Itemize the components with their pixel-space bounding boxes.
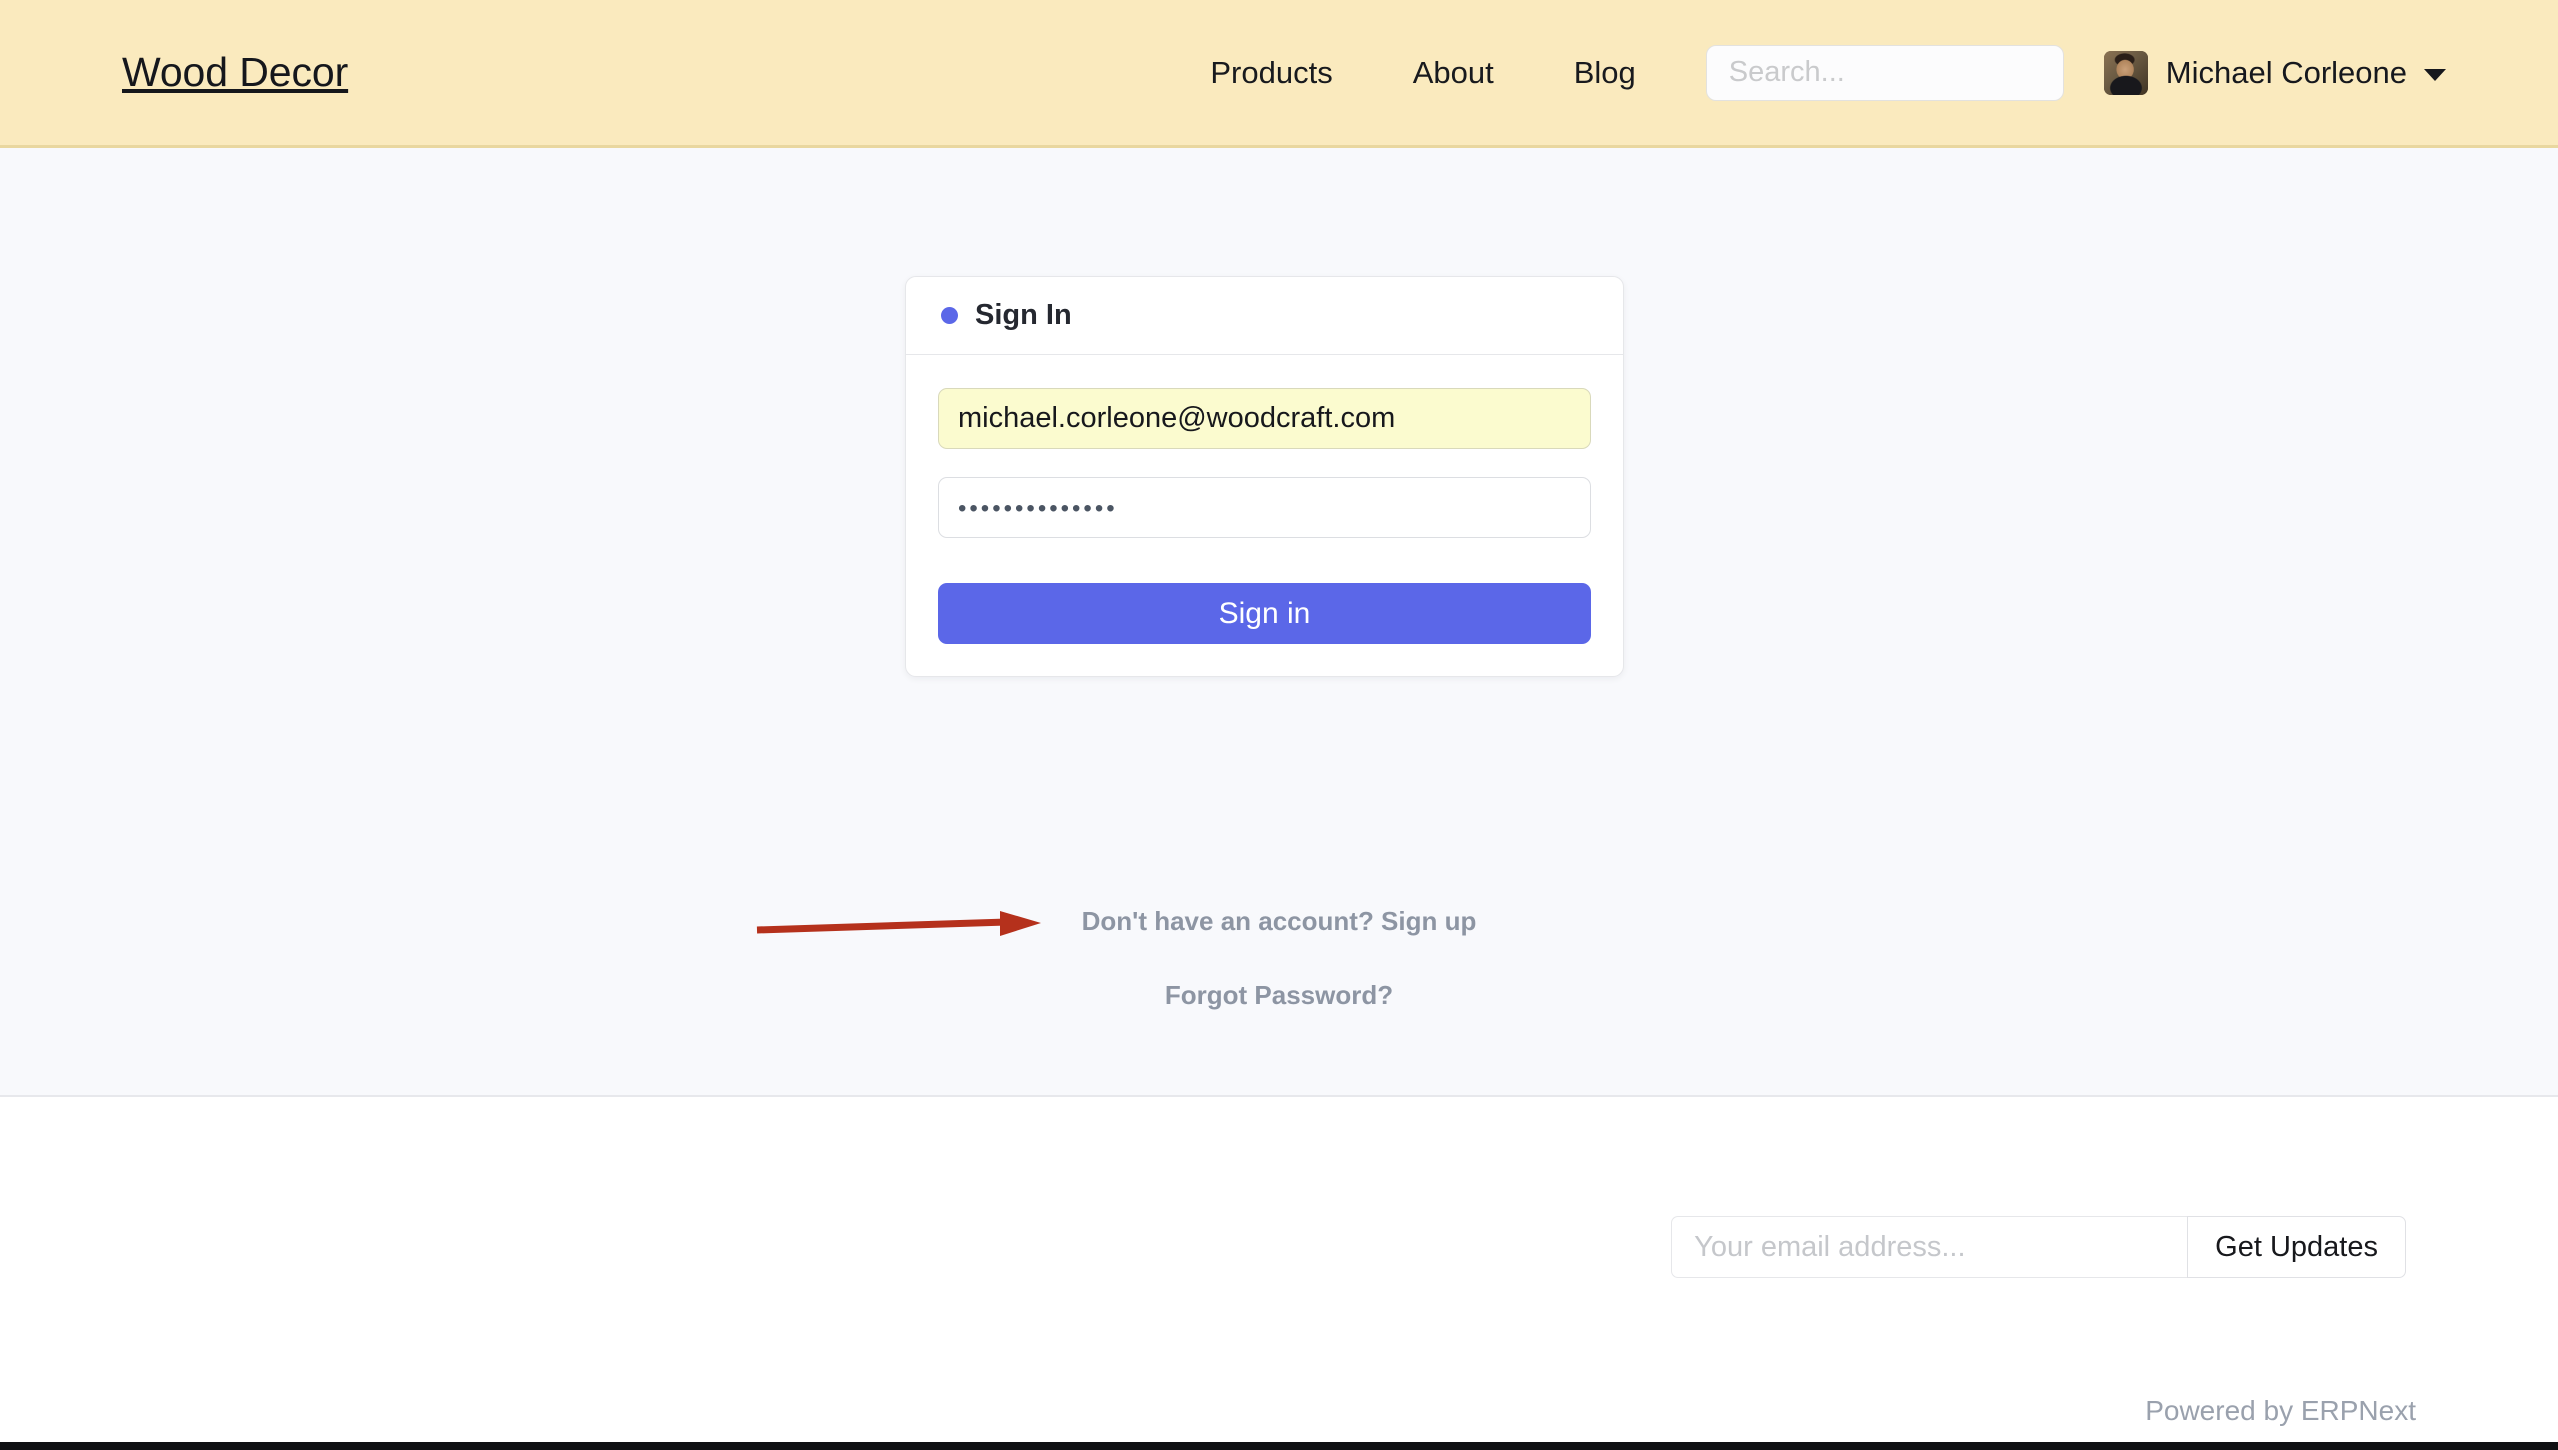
get-updates-button[interactable]: Get Updates	[2187, 1216, 2406, 1278]
forgot-password-link[interactable]: Forgot Password?	[0, 980, 2558, 1011]
site-header: Wood Decor Products About Blog Michael C…	[0, 0, 2558, 148]
status-dot-icon	[941, 307, 958, 324]
site-footer: Get Updates Powered by ERPNext	[0, 1095, 2558, 1450]
powered-by-label: Powered by ERPNext	[2145, 1395, 2416, 1427]
search-input[interactable]	[1706, 45, 2064, 101]
login-card: Sign In •••••••••••••• Sign in	[905, 276, 1624, 677]
user-photo-avatar	[2104, 51, 2148, 95]
newsletter-signup: Get Updates	[1671, 1216, 2406, 1278]
nav-link-blog[interactable]: Blog	[1534, 55, 1676, 91]
page-root: Wood Decor Products About Blog Michael C…	[0, 0, 2558, 1450]
main-navigation: Products About Blog	[1170, 55, 1675, 91]
password-input[interactable]: ••••••••••••••	[938, 477, 1591, 538]
nav-link-products[interactable]: Products	[1170, 55, 1372, 91]
main-content: Sign In •••••••••••••• Sign in Don't hav…	[0, 148, 2558, 1095]
user-name-label: Michael Corleone	[2166, 55, 2407, 91]
sign-in-button[interactable]: Sign in	[938, 583, 1591, 644]
nav-link-about[interactable]: About	[1373, 55, 1534, 91]
login-card-header: Sign In	[906, 277, 1623, 355]
bottom-edge-strip	[0, 1442, 2558, 1450]
sign-up-link[interactable]: Don't have an account? Sign up	[0, 906, 2558, 937]
newsletter-email-input[interactable]	[1671, 1216, 2187, 1278]
login-card-title: Sign In	[975, 299, 1072, 332]
email-input[interactable]	[938, 388, 1591, 449]
user-menu-button[interactable]: Michael Corleone	[2104, 51, 2446, 95]
header-right-group: Products About Blog Michael Corleone	[1170, 45, 2446, 101]
chevron-down-icon	[2424, 69, 2446, 81]
brand-logo[interactable]: Wood Decor	[122, 49, 348, 96]
login-form: •••••••••••••• Sign in	[906, 355, 1623, 676]
